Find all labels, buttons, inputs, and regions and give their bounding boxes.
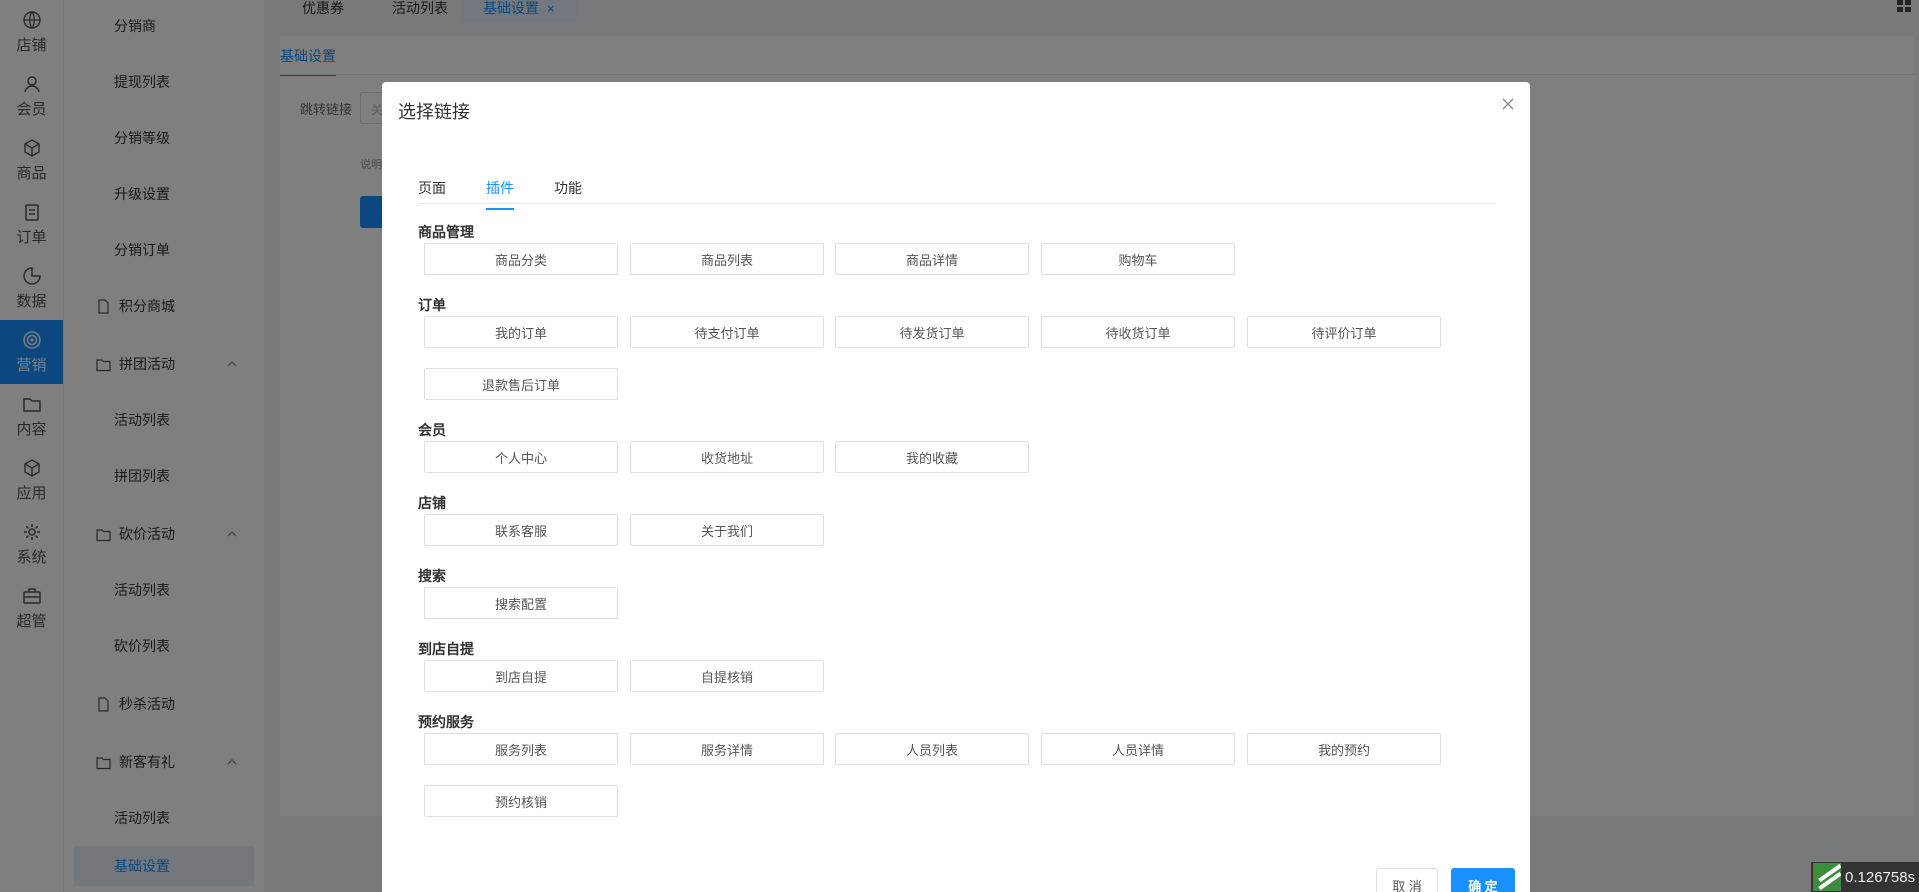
link-option-button[interactable]: 我的订单 — [424, 316, 618, 348]
tab-functions[interactable]: 功能 — [554, 178, 582, 208]
group-title: 预约服务 — [418, 714, 474, 730]
close-icon[interactable] — [1500, 96, 1516, 112]
logo-icon — [1813, 863, 1841, 891]
link-option-button[interactable]: 到店自提 — [424, 660, 618, 692]
link-option-button[interactable]: 待收货订单 — [1041, 316, 1235, 348]
link-option-button[interactable]: 联系客服 — [424, 514, 618, 546]
link-option-button[interactable]: 我的收藏 — [835, 441, 1029, 473]
link-option-button[interactable]: 商品分类 — [424, 243, 618, 275]
link-option-button[interactable]: 人员详情 — [1041, 733, 1235, 765]
cancel-button[interactable]: 取 消 — [1376, 868, 1438, 892]
link-option-button[interactable]: 待发货订单 — [835, 316, 1029, 348]
link-option-button[interactable]: 待评价订单 — [1247, 316, 1441, 348]
link-option-button[interactable]: 自提核销 — [630, 660, 824, 692]
link-option-button[interactable]: 商品列表 — [630, 243, 824, 275]
link-option-button[interactable]: 服务列表 — [424, 733, 618, 765]
link-option-button[interactable]: 关于我们 — [630, 514, 824, 546]
link-option-button[interactable]: 个人中心 — [424, 441, 618, 473]
link-option-button[interactable]: 购物车 — [1041, 243, 1235, 275]
group-title: 搜索 — [418, 568, 446, 584]
link-option-button[interactable]: 商品详情 — [835, 243, 1029, 275]
link-groups: 商品管理商品分类 商品列表 商品详情 购物车订单我的订单 待支付订单 待发货订单 待收货订单… — [418, 222, 1498, 822]
tab-plugins[interactable]: 插件 — [486, 178, 514, 210]
dialog-title: 选择链接 — [398, 102, 470, 122]
group-title: 会员 — [418, 422, 446, 438]
dialog-tabs: 页面 插件 功能 — [418, 174, 1496, 210]
timing-badge: 0.126758s — [1811, 862, 1919, 892]
link-option-button[interactable]: 服务详情 — [630, 733, 824, 765]
link-option-button[interactable]: 预约核销 — [424, 785, 618, 817]
timing-text: 0.126758s — [1845, 868, 1916, 886]
group-title: 商品管理 — [418, 224, 474, 240]
link-option-button[interactable]: 人员列表 — [835, 733, 1029, 765]
link-option-button[interactable]: 待支付订单 — [630, 316, 824, 348]
confirm-button[interactable]: 确 定 — [1451, 868, 1515, 892]
group-title: 店铺 — [418, 495, 446, 511]
tab-pages[interactable]: 页面 — [418, 178, 446, 208]
select-link-dialog: 选择链接 页面 插件 功能 商品管理 商品分类 商品列表 商品详情 购物车 订单 我的订单待… — [382, 82, 1530, 892]
group-title: 到店自提 — [418, 641, 474, 657]
link-option-button[interactable]: 我的预约 — [1247, 733, 1441, 765]
link-option-button[interactable]: 收货地址 — [630, 441, 824, 473]
group-title: 订单 — [418, 297, 446, 313]
link-option-button[interactable]: 搜索配置 — [424, 587, 618, 619]
link-option-button[interactable]: 退款售后订单 — [424, 368, 618, 400]
